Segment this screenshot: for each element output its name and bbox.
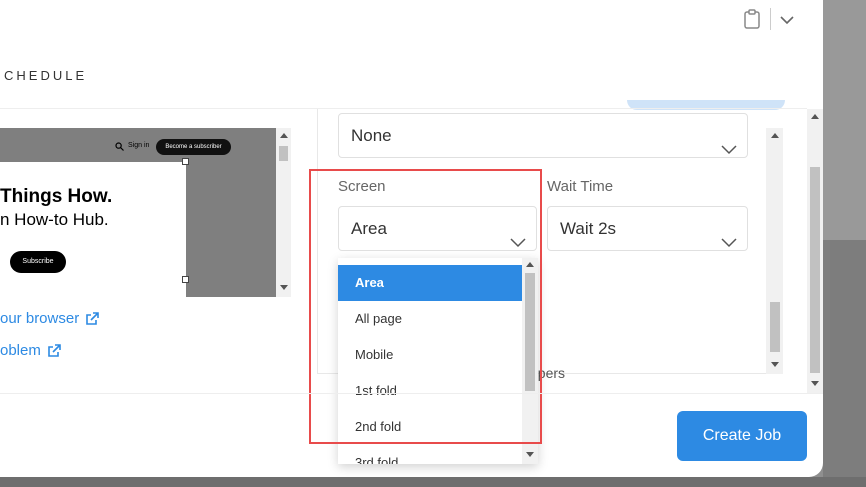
dropdown-scroll-thumb[interactable] (525, 273, 535, 391)
header-divider (770, 8, 771, 30)
preset-select[interactable]: None (338, 113, 748, 158)
chevron-down-icon (721, 128, 737, 171)
dropdown-option-1st-fold[interactable]: 1st fold (338, 373, 522, 409)
scroll-up-icon[interactable] (811, 114, 819, 119)
dropdown-option-all-page[interactable]: All page (338, 301, 522, 337)
dropdown-option-3rd-fold[interactable]: 3rd fold (338, 445, 522, 464)
wait-time-select[interactable]: Wait 2s (547, 206, 748, 251)
open-in-browser-link[interactable]: our browser (0, 310, 100, 327)
chevron-down-icon[interactable] (780, 12, 794, 30)
preview-headline: Things How. (0, 186, 113, 207)
footer-divider (0, 393, 823, 394)
report-problem-label: oblem (0, 342, 41, 359)
dropdown-option-area[interactable]: Area (338, 265, 522, 301)
scroll-down-icon[interactable] (811, 381, 819, 386)
report-problem-link[interactable]: oblem (0, 342, 61, 359)
modal-scrollbar[interactable] (807, 109, 823, 393)
tab-schedule[interactable]: CHEDULE (4, 68, 87, 83)
preset-select-value: None (351, 126, 392, 145)
chevron-down-icon (721, 221, 737, 264)
scroll-up-icon[interactable] (771, 133, 779, 138)
preview-subscribe-top: Become a subscriber (156, 139, 231, 155)
background-overlay-bottom (0, 477, 866, 487)
external-link-icon (86, 311, 100, 325)
background-overlay-right (823, 0, 866, 487)
settings-scroll-thumb[interactable] (770, 302, 780, 352)
wait-time-label: Wait Time (547, 178, 614, 195)
preview-signin: Sign in (128, 142, 150, 149)
create-job-button[interactable]: Create Job (677, 411, 807, 461)
external-link-icon (48, 343, 61, 357)
selection-handle-top-right[interactable] (182, 158, 189, 165)
wait-time-select-value: Wait 2s (560, 219, 617, 238)
preview-search-icon (115, 142, 124, 153)
schedule-job-modal: CHEDULE Sign in Become a subscriber Thin… (0, 0, 823, 477)
website-preview[interactable]: Sign in Become a subscriber Things How. … (0, 128, 276, 297)
preview-scrollbar[interactable] (276, 128, 291, 297)
modal-scroll-thumb[interactable] (810, 167, 820, 373)
settings-scrollbar[interactable] (766, 128, 783, 374)
screen-dropdown[interactable]: Area All page Mobile 1st fold 2nd fold 3… (338, 258, 538, 464)
scroll-up-icon[interactable] (526, 262, 534, 267)
preview-subheadline: n How-to Hub. (0, 210, 109, 229)
clipboard-icon[interactable] (743, 9, 761, 34)
dropdown-scrollbar[interactable] (522, 258, 538, 464)
scroll-up-icon[interactable] (280, 133, 288, 138)
scroll-down-icon[interactable] (280, 285, 288, 290)
background-overlay-light (823, 0, 866, 240)
open-in-browser-label: our browser (0, 310, 80, 327)
dropdown-option-mobile[interactable]: Mobile (338, 337, 522, 373)
dropdown-option-2nd-fold[interactable]: 2nd fold (338, 409, 522, 445)
selection-handle-bottom-right[interactable] (182, 276, 189, 283)
preview-selection-area[interactable]: Things How. n How-to Hub. Subscribe (0, 162, 186, 297)
screen-dropdown-list: Area All page Mobile 1st fold 2nd fold 3… (338, 258, 522, 464)
screen-select-value: Area (351, 219, 387, 238)
scroll-down-icon[interactable] (526, 452, 534, 457)
screen-select[interactable]: Area (338, 206, 537, 251)
preview-subscribe-button: Subscribe (10, 251, 66, 273)
scroll-down-icon[interactable] (771, 362, 779, 367)
preview-scroll-thumb[interactable] (279, 146, 288, 161)
screen-label: Screen (338, 178, 386, 195)
